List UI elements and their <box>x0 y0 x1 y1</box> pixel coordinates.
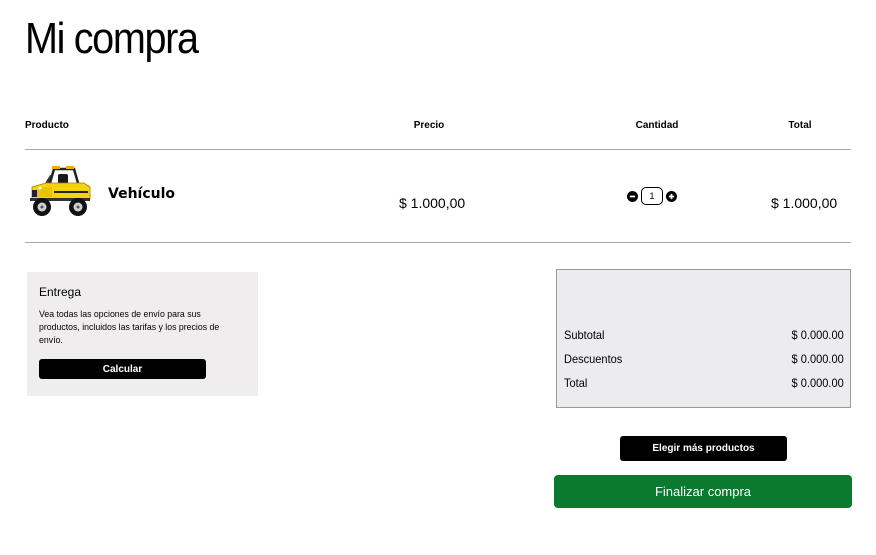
increase-quantity-button[interactable] <box>666 190 677 202</box>
product-line-total: $ 1.000,00 <box>771 195 838 211</box>
summary-label: Subtotal <box>564 328 605 342</box>
quantity-stepper <box>627 186 677 206</box>
order-summary: Subtotal $ 0.000.00 Descuentos $ 0.000.0… <box>556 269 851 408</box>
product-name[interactable]: Vehículo <box>108 186 175 202</box>
page-title: Mi compra <box>25 14 199 63</box>
minus-icon <box>629 195 636 197</box>
summary-value: $ 0.000.00 <box>791 352 844 366</box>
quantity-input[interactable] <box>641 187 663 205</box>
choose-more-products-button[interactable]: Elegir más productos <box>620 436 787 461</box>
delivery-description: Vea todas las opciones de envío para sus… <box>39 309 220 346</box>
checkout-button[interactable]: Finalizar compra <box>554 475 852 508</box>
table-divider-bottom <box>25 242 851 243</box>
delivery-title: Entrega <box>39 285 82 299</box>
summary-label: Total <box>564 376 588 390</box>
decrease-quantity-button[interactable] <box>627 190 638 202</box>
delivery-panel: Entrega Vea todas las opciones de envío … <box>27 272 258 396</box>
header-total: Total <box>788 120 812 131</box>
calculate-shipping-button[interactable]: Calcular <box>39 359 206 379</box>
summary-value: $ 0.000.00 <box>791 376 844 390</box>
summary-label: Descuentos <box>564 352 623 366</box>
product-image[interactable] <box>28 163 94 219</box>
summary-value: $ 0.000.00 <box>791 328 844 342</box>
header-price: Precio <box>413 120 445 131</box>
header-quantity: Cantidad <box>635 120 679 131</box>
yellow-toy-jeep-icon <box>30 166 91 216</box>
plus-icon <box>668 193 675 199</box>
table-divider-top <box>25 149 851 150</box>
product-price: $ 1.000,00 <box>399 195 466 211</box>
header-product: Producto <box>25 120 69 131</box>
